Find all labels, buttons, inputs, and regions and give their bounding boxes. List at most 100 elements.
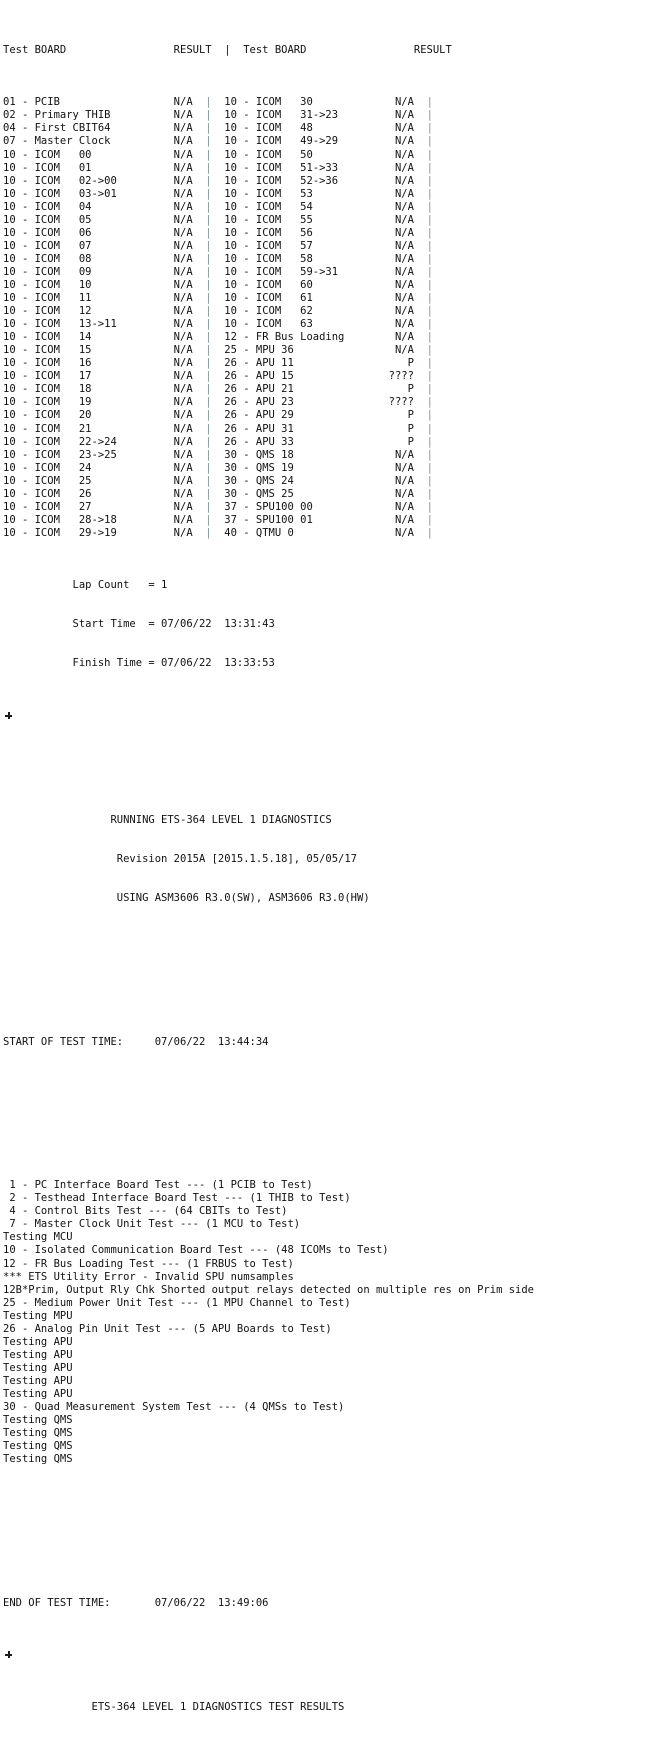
- table-row: 10 - ICOM 09 N/A | 10 - ICOM 59->31 N/A …: [3, 266, 672, 279]
- table-cell-right: 40 - QTMU 0 N/A: [211, 526, 427, 539]
- log-line: 1 - PC Interface Board Test --- (1 PCIB …: [3, 1179, 313, 1192]
- table-row: 10 - ICOM 15 N/A | 25 - MPU 36 N/A |: [3, 344, 672, 357]
- log-line: 12B*Prim, Output Rly Chk Shorted output …: [3, 1283, 535, 1296]
- table-cell-right: 10 - ICOM 56 N/A: [211, 226, 427, 239]
- table-cell-right: 10 - ICOM 63 N/A: [211, 318, 427, 331]
- table-cell-left: 10 - ICOM 15 N/A: [3, 344, 206, 357]
- row-end-separator: |: [426, 239, 433, 252]
- table-row: 10 - ICOM 22->24 N/A | 26 - APU 33 P |: [3, 436, 672, 449]
- row-end-separator: |: [426, 292, 433, 305]
- log-line: 12 - FR Bus Loading Test --- (1 FRBUS to…: [3, 1257, 294, 1270]
- row-end-separator: |: [426, 500, 433, 513]
- table-row: 10 - ICOM 29->19 N/A | 40 - QTMU 0 N/A |: [3, 527, 672, 540]
- table-row: 07 - Master Clock N/A | 10 - ICOM 49->29…: [3, 135, 672, 148]
- end-of-test-time: END OF TEST TIME: 07/06/22 13:49:06: [3, 1596, 269, 1609]
- table-cell-left: 10 - ICOM 27 N/A: [3, 500, 206, 513]
- table-row: 10 - ICOM 02->00 N/A | 10 - ICOM 52->36 …: [3, 175, 672, 188]
- table-row: 10 - ICOM 00 N/A | 10 - ICOM 50 N/A |: [3, 149, 672, 162]
- row-end-separator: |: [426, 383, 433, 396]
- table-row: 10 - ICOM 12 N/A | 10 - ICOM 62 N/A |: [3, 305, 672, 318]
- log-line: Testing APU: [3, 1374, 73, 1387]
- log-line: *** ETS Utility Error - Invalid SPU nums…: [3, 1270, 294, 1283]
- log-line: Testing APU: [3, 1348, 73, 1361]
- table-cell-right: 10 - ICOM 61 N/A: [211, 292, 427, 305]
- log-line: Testing APU: [3, 1361, 73, 1374]
- table-row: 10 - ICOM 17 N/A | 26 - APU 15 ???? |: [3, 370, 672, 383]
- table-cell-right: 10 - ICOM 60 N/A: [211, 278, 427, 291]
- table-row: 10 - ICOM 21 N/A | 26 - APU 31 P |: [3, 423, 672, 436]
- table-cell-left: 10 - ICOM 16 N/A: [3, 357, 206, 370]
- log-line: Testing MCU: [3, 1231, 73, 1244]
- table-cell-right: 10 - ICOM 49->29 N/A: [211, 135, 427, 148]
- table-row: 10 - ICOM 11 N/A | 10 - ICOM 61 N/A |: [3, 292, 672, 305]
- section-marker-top: [3, 710, 672, 723]
- row-end-separator: |: [426, 435, 433, 448]
- table-cell-right: 10 - ICOM 54 N/A: [211, 200, 427, 213]
- table-cell-right: 10 - ICOM 51->33 N/A: [211, 161, 427, 174]
- table-cell-left: 10 - ICOM 22->24 N/A: [3, 435, 206, 448]
- row-end-separator: |: [426, 331, 433, 344]
- row-end-separator: |: [426, 135, 433, 148]
- table-cell-left: 10 - ICOM 17 N/A: [3, 370, 206, 383]
- table-cell-left: 10 - ICOM 08 N/A: [3, 252, 206, 265]
- table-cell-right: 26 - APU 23 ????: [211, 396, 427, 409]
- row-end-separator: |: [426, 318, 433, 331]
- row-end-separator: |: [426, 526, 433, 539]
- table-row: 10 - ICOM 01 N/A | 10 - ICOM 51->33 N/A …: [3, 162, 672, 175]
- log-line: Testing MPU: [3, 1309, 73, 1322]
- table-cell-left: 04 - First CBIT64 N/A: [3, 122, 206, 135]
- row-end-separator: |: [426, 252, 433, 265]
- row-end-separator: |: [426, 474, 433, 487]
- log-line: 2 - Testhead Interface Board Test --- (1…: [3, 1192, 351, 1205]
- row-end-separator: |: [426, 448, 433, 461]
- log-line: Testing QMS: [3, 1453, 73, 1466]
- table-cell-right: 30 - QMS 25 N/A: [211, 487, 427, 500]
- table-cell-left: 10 - ICOM 14 N/A: [3, 331, 206, 344]
- table-cell-left: 10 - ICOM 29->19 N/A: [3, 526, 206, 539]
- row-end-separator: |: [426, 226, 433, 239]
- row-end-separator: |: [426, 513, 433, 526]
- row-end-separator: |: [426, 357, 433, 370]
- row-end-separator: |: [426, 487, 433, 500]
- log-line: 30 - Quad Measurement System Test --- (4…: [3, 1401, 345, 1414]
- row-end-separator: |: [426, 109, 433, 122]
- diamond-marker-icon: [5, 1651, 12, 1659]
- table-cell-left: 02 - Primary THIB N/A: [3, 109, 206, 122]
- banner-revision: Revision 2015A [2015.1.5.18], 05/05/17: [3, 853, 358, 866]
- row-end-separator: |: [426, 278, 433, 291]
- table-cell-left: 10 - ICOM 28->18 N/A: [3, 513, 206, 526]
- table-cell-left: 10 - ICOM 26 N/A: [3, 487, 206, 500]
- table-cell-left: 10 - ICOM 19 N/A: [3, 396, 206, 409]
- table-cell-right: 10 - ICOM 62 N/A: [211, 305, 427, 318]
- table-row: 10 - ICOM 03->01 N/A | 10 - ICOM 53 N/A …: [3, 188, 672, 201]
- lap-count-row: Lap Count = 1: [3, 579, 168, 592]
- table-cell-right: 10 - ICOM 59->31 N/A: [211, 265, 427, 278]
- log-line: 26 - Analog Pin Unit Test --- (5 APU Boa…: [3, 1322, 332, 1335]
- row-end-separator: |: [426, 96, 433, 109]
- row-end-separator: |: [426, 148, 433, 161]
- log-line: Testing QMS: [3, 1427, 73, 1440]
- table-row: 10 - ICOM 20 N/A | 26 - APU 29 P |: [3, 409, 672, 422]
- log-line: Testing QMS: [3, 1414, 73, 1427]
- table-cell-left: 10 - ICOM 18 N/A: [3, 383, 206, 396]
- table-cell-left: 01 - PCIB N/A: [3, 96, 206, 109]
- start-time-row: Start Time = 07/06/22 13:31:43: [3, 618, 275, 631]
- start-of-test-time: START OF TEST TIME: 07/06/22 13:44:34: [3, 1035, 269, 1048]
- table-row: 10 - ICOM 06 N/A | 10 - ICOM 56 N/A |: [3, 227, 672, 240]
- table-row: 10 - ICOM 14 N/A | 12 - FR Bus Loading N…: [3, 331, 672, 344]
- table-cell-right: 26 - APU 31 P: [211, 422, 427, 435]
- row-end-separator: |: [426, 187, 433, 200]
- row-end-separator: |: [426, 122, 433, 135]
- table-row: 10 - ICOM 07 N/A | 10 - ICOM 57 N/A |: [3, 240, 672, 253]
- table-cell-right: 10 - ICOM 57 N/A: [211, 239, 427, 252]
- table-cell-right: 10 - ICOM 55 N/A: [211, 213, 427, 226]
- table-cell-left: 10 - ICOM 00 N/A: [3, 148, 206, 161]
- table-row: 10 - ICOM 13->11 N/A | 10 - ICOM 63 N/A …: [3, 318, 672, 331]
- row-end-separator: |: [426, 174, 433, 187]
- table-cell-right: 26 - APU 15 ????: [211, 370, 427, 383]
- table-row: 10 - ICOM 24 N/A | 30 - QMS 19 N/A |: [3, 462, 672, 475]
